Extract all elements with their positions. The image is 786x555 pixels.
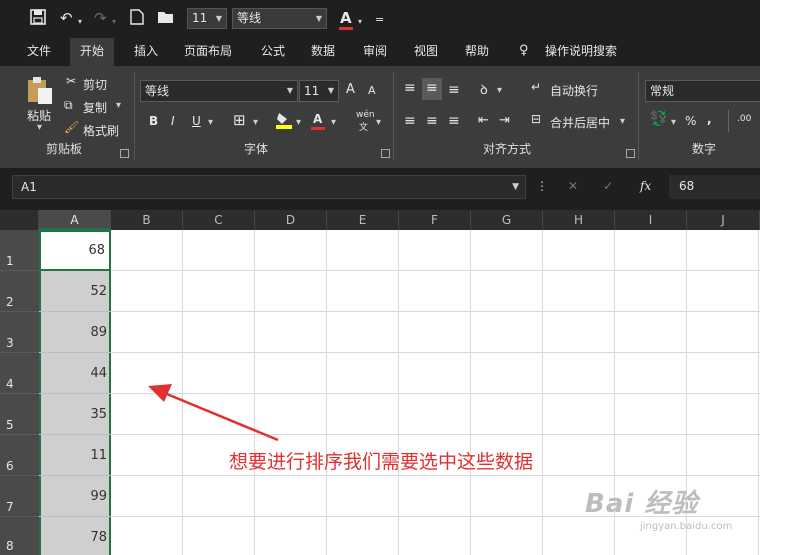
watermark-logo: Bai 经验: [585, 489, 699, 519]
annotation-text: 想要进行排序我们需要选中这些数据: [229, 451, 534, 473]
excel-window: ↶ ▾ ↷ ▾ 11 ▼ 等线 ▼ A ▾ = 文件 开始 插入 页面布局 公式 数…: [0, 0, 760, 555]
page-margin: [760, 0, 786, 555]
watermark-url: jingyan.baidu.com: [640, 521, 733, 532]
